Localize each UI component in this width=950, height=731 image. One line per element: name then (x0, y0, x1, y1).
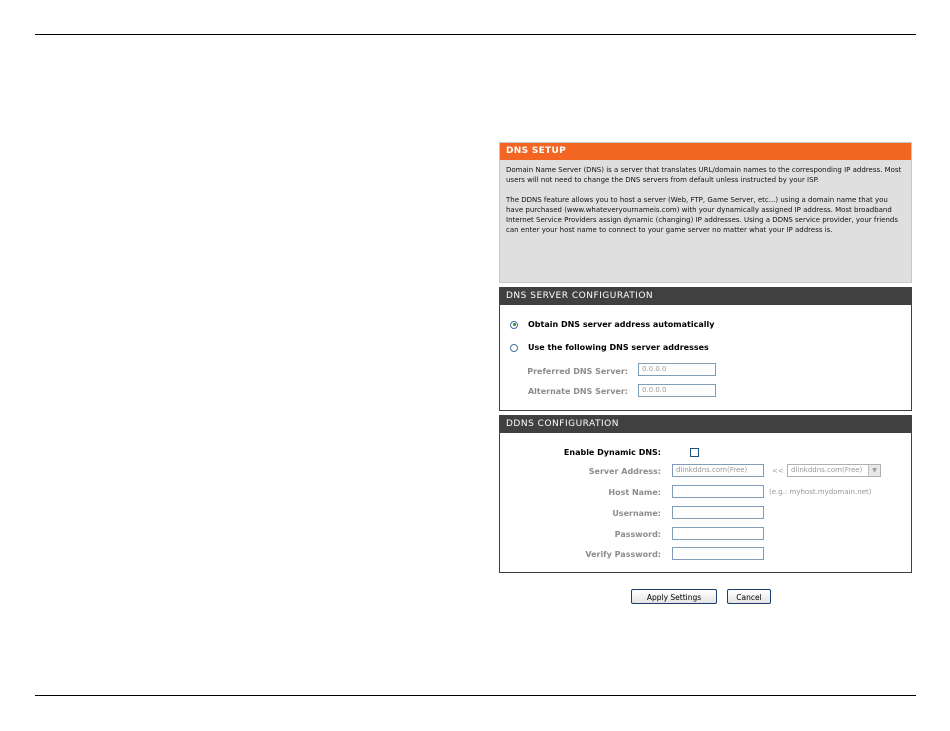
ddns-config-panel: DDNS CONFIGURATION Enable Dynamic DNS: S… (499, 415, 912, 573)
preferred-dns-input[interactable]: 0.0.0.0 (638, 363, 716, 376)
ddns-config-title: DDNS CONFIGURATION (500, 416, 911, 433)
use-following-dns-option[interactable]: Use the following DNS server addresses (510, 343, 709, 352)
enable-ddns-checkbox[interactable] (690, 448, 699, 457)
alternate-dns-label: Alternate DNS Server: (527, 387, 628, 396)
cancel-button[interactable]: Cancel (727, 589, 771, 604)
password-input[interactable] (672, 527, 764, 540)
dns-server-config-panel: DNS SERVER CONFIGURATION Obtain DNS serv… (499, 287, 912, 411)
top-divider (35, 34, 916, 35)
obtain-dns-auto-label: Obtain DNS server address automatically (528, 320, 715, 329)
host-name-input[interactable] (672, 485, 764, 498)
obtain-dns-auto-option[interactable]: Obtain DNS server address automatically (510, 320, 714, 329)
host-name-hint: (e.g.: myhost.mydomain.net) (769, 488, 872, 496)
use-following-dns-label: Use the following DNS server addresses (528, 343, 709, 352)
server-address-label: Server Address: (588, 467, 661, 476)
chevron-down-icon[interactable]: ▼ (868, 465, 880, 476)
verify-password-label: Verify Password: (585, 550, 661, 559)
ddns-description: The DDNS feature allows you to host a se… (506, 196, 898, 234)
dns-setup-panel: DNS SETUP Domain Name Server (DNS) is a … (499, 142, 912, 283)
dns-setup-description: Domain Name Server (DNS) is a server tha… (506, 166, 902, 184)
server-address-select[interactable]: dlinkddns.com(Free) ▼ (787, 464, 881, 477)
server-address-arrow: << (772, 467, 784, 475)
apply-settings-button[interactable]: Apply Settings (631, 589, 717, 604)
obtain-dns-auto-radio[interactable] (510, 320, 518, 329)
password-label: Password: (614, 530, 661, 539)
server-address-select-value: dlinkddns.com(Free) (791, 466, 863, 474)
username-label: Username: (612, 509, 661, 518)
use-following-dns-radio[interactable] (510, 343, 518, 352)
verify-password-input[interactable] (672, 547, 764, 560)
bottom-divider (35, 695, 916, 696)
dns-setup-title: DNS SETUP (500, 143, 911, 160)
host-name-label: Host Name: (608, 488, 661, 497)
enable-ddns-label: Enable Dynamic DNS: (563, 448, 661, 457)
username-input[interactable] (672, 506, 764, 519)
preferred-dns-label: Preferred DNS Server: (527, 367, 628, 376)
alternate-dns-input[interactable]: 0.0.0.0 (638, 384, 716, 397)
server-address-input[interactable]: dlinkddns.com(Free) (672, 464, 764, 477)
dns-server-config-title: DNS SERVER CONFIGURATION (500, 288, 911, 305)
